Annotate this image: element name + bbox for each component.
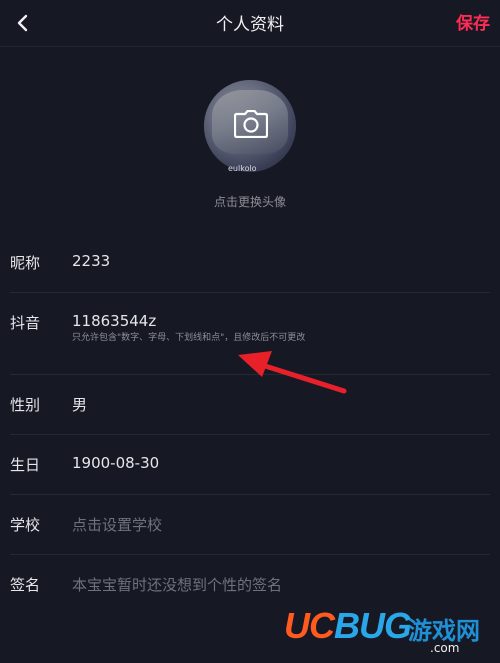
gender-field[interactable]: 男 — [72, 394, 87, 415]
watermark-logo: UCBUG — [284, 605, 412, 646]
school-field[interactable]: 点击设置学校 — [72, 514, 162, 535]
gender-row[interactable]: 性别 男 — [10, 374, 490, 435]
gender-label: 性别 — [10, 396, 41, 414]
avatar-caption: eulkolo — [228, 164, 257, 173]
birthday-row[interactable]: 生日 1900-08-30 — [10, 434, 490, 495]
nickname-row[interactable]: 昵称 2233 — [10, 232, 490, 293]
change-avatar-label[interactable]: 点击更换头像 — [0, 193, 500, 210]
school-row[interactable]: 学校 点击设置学校 — [10, 494, 490, 555]
page-title: 个人资料 — [216, 15, 284, 35]
camera-icon — [234, 110, 268, 138]
birthday-field[interactable]: 1900-08-30 — [72, 454, 159, 472]
avatar-button[interactable] — [204, 80, 296, 172]
avatar — [204, 80, 296, 172]
school-label: 学校 — [10, 516, 41, 534]
site-watermark: UCBUG 游戏网 .com — [280, 603, 495, 659]
douyin-id-label: 抖音 — [10, 314, 41, 332]
watermark-site: .com — [430, 641, 460, 655]
nickname-label: 昵称 — [10, 254, 41, 272]
nickname-field[interactable]: 2233 — [72, 252, 110, 270]
birthday-label: 生日 — [10, 456, 41, 474]
save-button[interactable]: 保存 — [456, 9, 490, 34]
signature-field[interactable]: 本宝宝暂时还没想到个性的签名 — [72, 574, 282, 595]
top-bar: 个人资料 保存 — [0, 0, 500, 47]
signature-label: 签名 — [10, 576, 41, 594]
douyin-id-field[interactable]: 11863544z — [72, 312, 156, 330]
